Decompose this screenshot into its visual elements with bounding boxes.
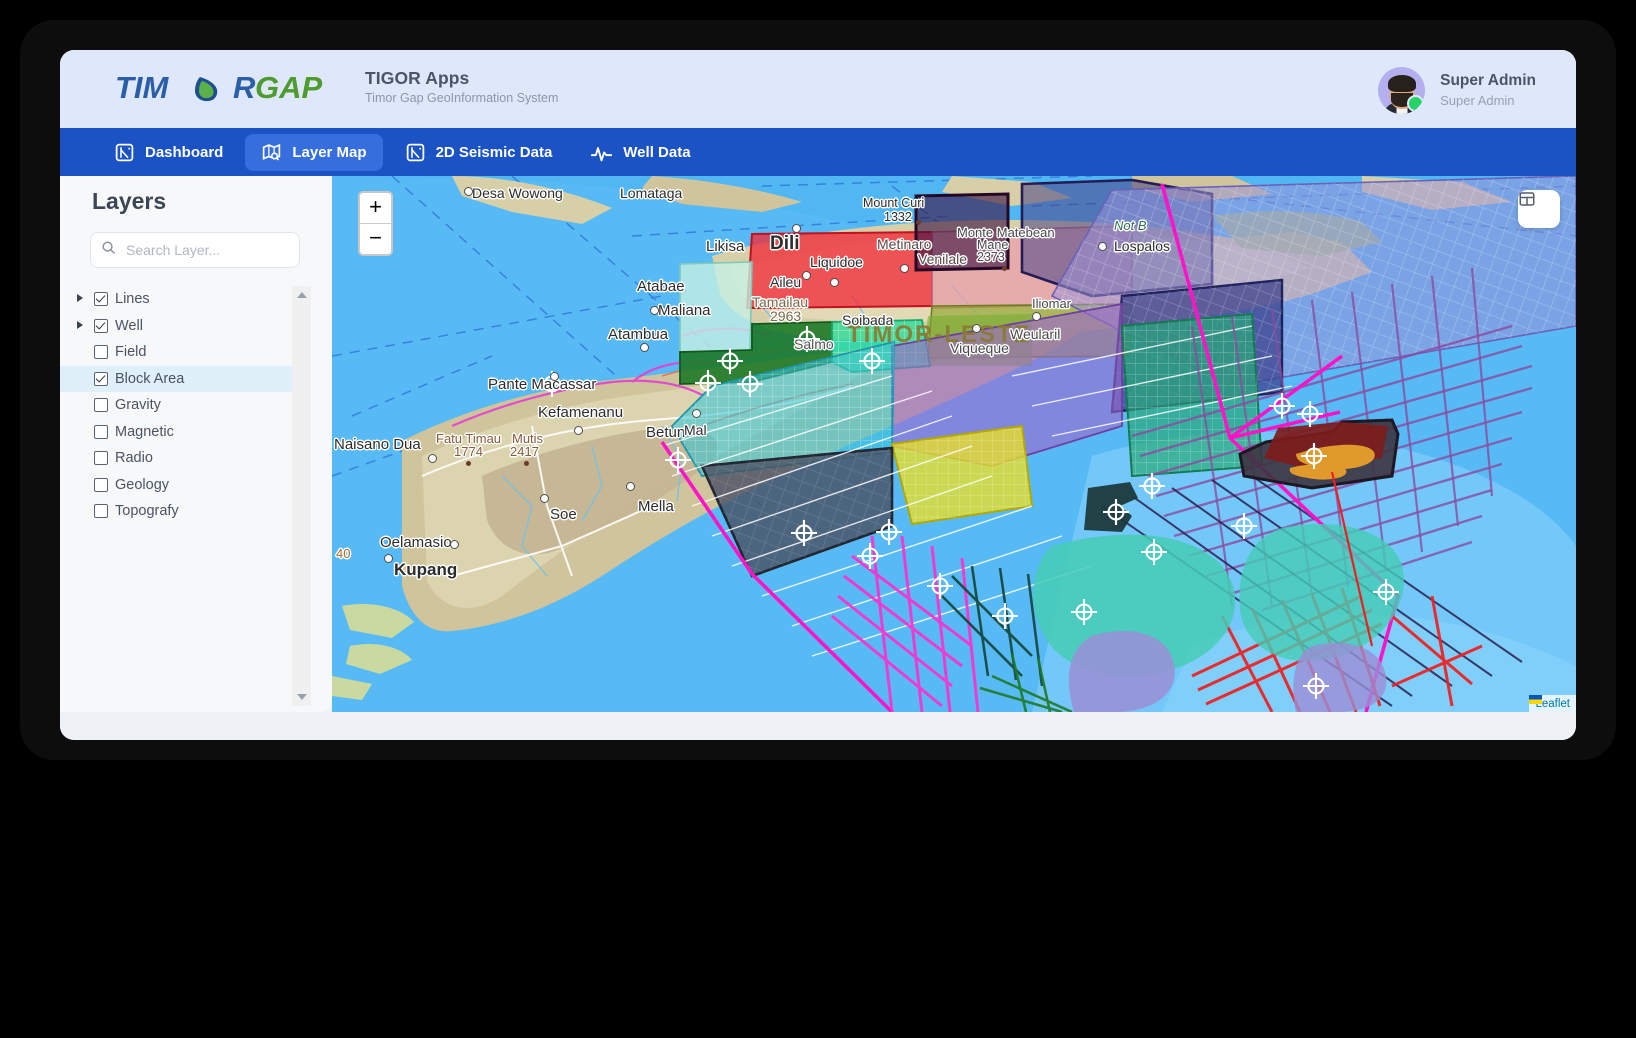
layer-label: Topografy <box>115 503 179 520</box>
panel-title: Layers <box>92 188 167 214</box>
chevron-up-icon[interactable] <box>296 292 307 298</box>
user-text: Super Admin Super Admin <box>1440 71 1536 110</box>
caret-placeholder <box>75 451 89 465</box>
leaflet-map[interactable]: TIMOR-LESTE Desa Wowong Lomataga Mount C… <box>332 176 1576 712</box>
user-role: Super Admin <box>1440 92 1515 108</box>
nav-label: Dashboard <box>145 143 224 161</box>
pulse-icon <box>590 142 613 163</box>
layer-row-magnetic[interactable]: Magnetic <box>60 419 292 446</box>
layer-label: Geology <box>115 476 170 493</box>
layer-label: Field <box>115 344 147 361</box>
layer-row-lines[interactable]: Lines <box>60 286 292 313</box>
peak-marker <box>916 220 921 225</box>
zoom-control[interactable]: + − <box>358 191 393 256</box>
layer-row-block-area[interactable]: Block Area <box>60 365 292 392</box>
app-title: TIGOR Apps <box>365 68 470 88</box>
layer-checkbox-magnetic[interactable] <box>94 424 108 439</box>
caret-placeholder <box>75 345 89 359</box>
peak-marker <box>1002 266 1007 271</box>
chevron-right-icon[interactable] <box>75 319 89 333</box>
layer-row-topografy[interactable]: Topografy <box>60 498 292 525</box>
seismic-icon <box>405 142 426 163</box>
layer-row-gravity[interactable]: Gravity <box>60 392 292 419</box>
map-layers-button[interactable] <box>1518 190 1560 228</box>
svg-text:TIM: TIM <box>115 70 170 105</box>
layer-checkbox-radio[interactable] <box>94 451 108 466</box>
nav-item-2d-seismic-data[interactable]: 2D Seismic Data <box>389 134 569 171</box>
caret-placeholder <box>75 478 89 492</box>
caret-placeholder <box>75 425 89 439</box>
layers-scrollbar[interactable] <box>292 286 311 706</box>
nav-item-well-data[interactable]: Well Data <box>574 134 706 171</box>
nav-item-layer-map[interactable]: Layer Map <box>245 133 383 171</box>
peak-marker <box>524 461 529 466</box>
layer-label: Gravity <box>115 397 161 414</box>
avatar[interactable] <box>1378 66 1426 114</box>
nav-label: Well Data <box>623 143 691 161</box>
map-search-icon <box>261 142 282 163</box>
timorgap-logo[interactable]: TIM R GAP <box>115 70 350 106</box>
search-icon <box>101 240 116 260</box>
layer-checkbox-geology[interactable] <box>94 477 108 492</box>
layer-row-well[interactable]: Well <box>60 313 292 340</box>
search-input[interactable] <box>124 241 293 259</box>
content-area: Layers Lines <box>60 176 1576 740</box>
chevron-right-icon[interactable] <box>75 292 89 306</box>
app-screen: TIM R GAP TIGOR Apps Timor Gap GeoInform… <box>60 50 1576 740</box>
svg-text:GAP: GAP <box>255 70 323 105</box>
block-yellow <box>890 424 1034 526</box>
layer-row-geology[interactable]: Geology <box>60 472 292 499</box>
device-frame: TIM R GAP TIGOR Apps Timor Gap GeoInform… <box>20 20 1616 760</box>
caret-placeholder <box>75 372 89 386</box>
layer-label: Radio <box>115 450 153 467</box>
user-name: Super Admin <box>1440 71 1536 89</box>
layer-row-radio[interactable]: Radio <box>60 445 292 472</box>
peak-marker <box>466 461 471 466</box>
layer-checkbox-topografy[interactable] <box>94 504 108 519</box>
search-layer-box[interactable] <box>90 232 300 268</box>
layer-label: Magnetic <box>115 423 174 440</box>
dashboard-icon <box>114 142 135 163</box>
block-aileu-teal <box>679 261 753 353</box>
map-canvas <box>332 176 1576 712</box>
online-status-dot <box>1407 94 1425 112</box>
app-header: TIM R GAP TIGOR Apps Timor Gap GeoInform… <box>60 50 1576 128</box>
layer-checkbox-lines[interactable] <box>94 292 108 307</box>
nav-label: Layer Map <box>292 143 367 161</box>
caret-placeholder <box>75 398 89 412</box>
app-subtitle: Timor Gap GeoInformation System <box>365 91 559 105</box>
map-attribution[interactable]: Leaflet <box>1529 695 1576 712</box>
main-navbar: Dashboard Layer Map 2D Seismic Data Well… <box>60 128 1576 176</box>
layers-panel: Layers Lines <box>60 176 332 712</box>
layer-checkbox-block-area[interactable] <box>94 371 108 386</box>
svg-text:R: R <box>233 70 256 105</box>
ukraine-flag-icon <box>1529 695 1543 704</box>
zoom-in-button[interactable]: + <box>360 193 391 224</box>
layer-row-field[interactable]: Field <box>60 339 292 366</box>
layer-label: Lines <box>115 291 150 308</box>
zoom-out-button[interactable]: − <box>360 224 391 254</box>
layer-checkbox-gravity[interactable] <box>94 398 108 413</box>
layer-label: Block Area <box>115 370 185 387</box>
layer-checkbox-field[interactable] <box>94 345 108 360</box>
app-brand-text: TIGOR Apps Timor Gap GeoInformation Syst… <box>365 67 558 108</box>
layers-tree: Lines Well Field Block Area Gravity Magn… <box>60 286 292 706</box>
layer-label: Well <box>115 317 143 334</box>
nav-label: 2D Seismic Data <box>435 143 553 161</box>
user-profile[interactable]: Super Admin Super Admin <box>1378 65 1536 115</box>
block-dili-red <box>745 230 933 310</box>
chevron-down-icon[interactable] <box>296 694 307 700</box>
nav-item-dashboard[interactable]: Dashboard <box>98 134 239 171</box>
block-matebean-dark <box>914 192 1010 272</box>
layer-checkbox-well[interactable] <box>94 318 108 333</box>
caret-placeholder <box>75 504 89 518</box>
